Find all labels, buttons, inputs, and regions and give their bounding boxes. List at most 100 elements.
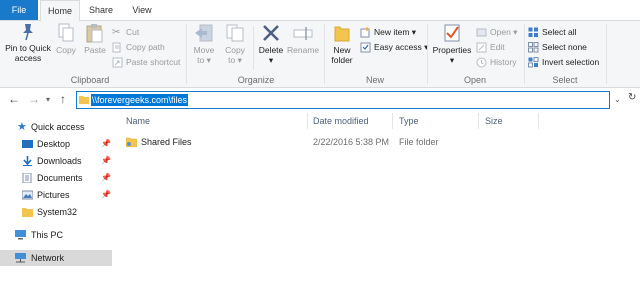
group-divider [524,24,525,84]
new-item-icon [360,27,370,38]
tab-home[interactable]: Home [40,0,80,21]
edit-label: Edit [490,42,505,52]
copy-label: Copy [56,45,76,55]
invert-selection-button[interactable]: Invert selection [528,55,599,69]
desktop-icon [22,140,33,148]
copy-to-icon [226,24,244,42]
select-group-label: Select [552,75,578,85]
nav-item-system32[interactable]: System32 [0,204,112,220]
refresh-icon[interactable]: ↻ [628,92,636,103]
properties-button[interactable]: Properties ▾ [431,23,473,65]
column-divider[interactable] [538,113,539,129]
back-arrow-icon[interactable]: ← [8,92,20,106]
rename-button[interactable]: Rename [287,23,319,55]
pin-icon[interactable]: 📌 [101,170,111,186]
column-divider[interactable] [307,113,308,129]
new-folder-icon [334,26,350,42]
new-item-button[interactable]: New item ▾ [360,25,416,39]
copy-path-button[interactable]: Copy path [112,40,165,54]
cut-label: Cut [126,27,140,37]
pin-label-line2: access [14,53,42,63]
tab-view[interactable]: View [122,0,162,20]
address-bar-row: ← → ▾ ↑ \\forevergeeks.com\files ⌄ ↻ [0,89,640,111]
pin-icon [23,24,33,41]
history-label: History [490,57,517,67]
new-folder-button[interactable]: New folder [328,23,356,65]
move-to-icon [195,24,213,42]
open-button[interactable]: Open ▾ [476,25,517,39]
paste-button[interactable]: Paste [83,23,107,55]
group-divider [324,24,325,84]
copy-button[interactable]: Copy [55,23,77,55]
open-group-label: Open [463,75,487,85]
organize-inner-divider [253,26,254,70]
nav-item-this-pc[interactable]: This PC [0,227,112,243]
pin-icon[interactable]: 📌 [101,187,111,203]
clipboard-group-label: Clipboard [70,75,110,85]
copy-to-copy-label: Copy [225,45,245,55]
file-name: Shared Files [141,137,192,147]
column-divider[interactable] [392,113,393,129]
group-divider [427,24,428,84]
nav-item-documents[interactable]: Documents 📌 [0,170,112,186]
move-to-button[interactable]: Move to ▾ [191,23,217,65]
nav-item-pictures[interactable]: Pictures 📌 [0,187,112,203]
open-icon [476,28,487,37]
column-header-type[interactable]: Type [399,113,419,129]
star-icon: ★ [17,121,27,133]
pin-to-quick-access-button[interactable]: Pin to Quick access [3,23,53,63]
edit-button[interactable]: Edit [476,40,505,54]
delete-label: Delete [258,45,284,55]
properties-icon [444,24,460,42]
up-arrow-icon[interactable]: ↑ [60,92,66,106]
new-folder-label-1: New [333,45,351,55]
ribbon-home: Pin to Quick access Copy Paste ✂ Cut Copy… [0,20,640,88]
nav-label: Network [31,253,65,263]
address-input[interactable]: \\forevergeeks.com\files [76,91,610,109]
nav-item-network[interactable]: Network [0,250,112,266]
tab-share[interactable]: Share [84,0,118,20]
nav-item-quick-access[interactable]: ★ Quick access [0,119,112,135]
address-folder-icon [79,96,89,104]
rename-icon [293,27,313,40]
column-header-size[interactable]: Size [485,113,503,129]
select-none-button[interactable]: Select none [528,40,587,54]
address-dropdown-chevron-icon[interactable]: ⌄ [614,95,621,104]
select-all-label: Select all [542,27,577,37]
easy-access-icon [360,42,371,53]
computer-icon [15,230,26,240]
paste-shortcut-icon [112,57,123,68]
delete-button[interactable]: Delete ▾ [257,23,285,65]
recent-locations-chevron-icon[interactable]: ▾ [46,95,50,104]
group-divider [606,24,607,84]
nav-label: Downloads [37,156,82,166]
nav-item-desktop[interactable]: Desktop 📌 [0,136,112,152]
pin-icon[interactable]: 📌 [101,153,111,169]
select-all-button[interactable]: Select all [528,25,577,39]
documents-icon [22,173,32,183]
network-icon [15,253,26,263]
file-row[interactable]: Shared Files 2/22/2016 5:38 PM File fold… [122,134,542,150]
organize-group-label: Organize [237,75,275,85]
column-divider[interactable] [478,113,479,129]
history-icon [476,57,487,68]
copy-to-to-label: to [228,55,236,65]
forward-arrow-icon[interactable]: → [28,92,40,106]
paste-shortcut-label: Paste shortcut [126,57,181,67]
easy-access-button[interactable]: Easy access ▾ [360,40,428,54]
pin-icon[interactable]: 📌 [101,136,111,152]
move-to-label: to [197,55,205,65]
cut-button[interactable]: ✂ Cut [112,25,139,39]
nav-item-downloads[interactable]: Downloads 📌 [0,153,112,169]
copy-to-button[interactable]: Copy to ▾ [222,23,248,65]
column-header-name[interactable]: Name [126,113,150,129]
nav-label: Documents [37,173,83,183]
history-button[interactable]: History [476,55,516,69]
column-header-date-modified[interactable]: Date modified [313,113,369,129]
tab-file[interactable]: File [0,0,38,20]
paste-shortcut-button[interactable]: Paste shortcut [112,55,180,69]
properties-label: Properties [432,45,472,55]
file-type: File folder [399,137,439,147]
pictures-icon [22,190,33,200]
nav-label: Quick access [31,122,85,132]
